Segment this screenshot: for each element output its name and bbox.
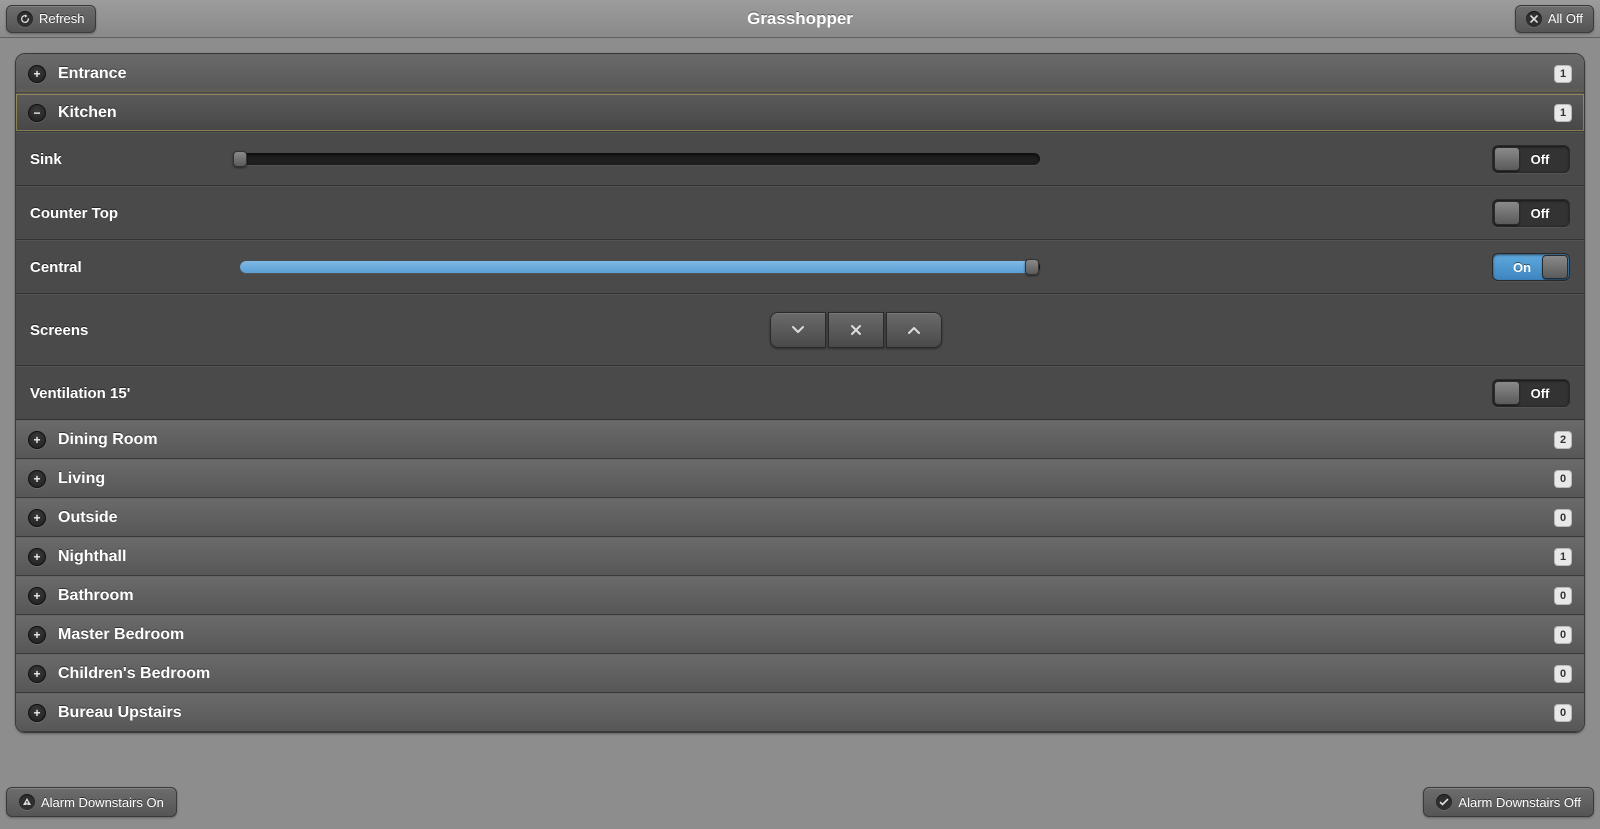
device-label: Screens xyxy=(30,322,220,339)
plus-icon: + xyxy=(28,587,46,605)
header-bar: Refresh Grasshopper All Off xyxy=(0,0,1600,38)
device-row-counter-top: Counter Top Off xyxy=(16,186,1584,240)
section-header-dining-room[interactable]: + Dining Room 2 xyxy=(16,420,1584,459)
device-row-sink: Sink Off xyxy=(16,132,1584,186)
plus-icon: + xyxy=(28,431,46,449)
plus-icon: + xyxy=(28,704,46,722)
plus-icon: + xyxy=(28,470,46,488)
plus-icon: + xyxy=(28,626,46,644)
chevron-down-icon xyxy=(791,325,805,335)
warning-icon xyxy=(19,794,35,810)
toggle-counter-top[interactable]: Off xyxy=(1492,199,1570,227)
section-header-master-bedroom[interactable]: + Master Bedroom 0 xyxy=(16,615,1584,654)
chevron-up-icon xyxy=(907,325,921,335)
section-title: Master Bedroom xyxy=(58,626,1554,644)
section-count-badge: 0 xyxy=(1554,665,1572,683)
slider-thumb[interactable] xyxy=(1025,259,1039,275)
section-header-bathroom[interactable]: + Bathroom 0 xyxy=(16,576,1584,615)
screens-up-button[interactable] xyxy=(886,312,942,348)
check-icon xyxy=(1436,794,1452,810)
toggle-knob xyxy=(1494,147,1520,171)
section-header-bureau-upstairs[interactable]: + Bureau Upstairs 0 xyxy=(16,693,1584,732)
toggle-sink[interactable]: Off xyxy=(1492,145,1570,173)
section-title: Outside xyxy=(58,509,1554,527)
toggle-knob xyxy=(1542,255,1568,279)
plus-icon: + xyxy=(28,65,46,83)
section-header-nighthall[interactable]: + Nighthall 1 xyxy=(16,537,1584,576)
toggle-central[interactable]: On xyxy=(1492,253,1570,281)
section-header-entrance[interactable]: + Entrance 1 xyxy=(16,54,1584,93)
all-off-label: All Off xyxy=(1548,11,1583,26)
device-row-ventilation-15: Ventilation 15' Off xyxy=(16,366,1584,420)
slider-thumb[interactable] xyxy=(233,151,247,167)
minus-icon: − xyxy=(28,104,46,122)
refresh-label: Refresh xyxy=(39,11,85,26)
section-header-kitchen[interactable]: − Kitchen 1 xyxy=(16,93,1584,132)
plus-icon: + xyxy=(28,548,46,566)
section-count-badge: 1 xyxy=(1554,65,1572,83)
section-title: Bureau Upstairs xyxy=(58,704,1554,722)
section-count-badge: 0 xyxy=(1554,626,1572,644)
toggle-knob xyxy=(1494,201,1520,225)
slider-sink[interactable] xyxy=(240,153,1040,165)
section-title: Kitchen xyxy=(58,104,1554,122)
section-count-badge: 0 xyxy=(1554,470,1572,488)
section-count-badge: 0 xyxy=(1554,509,1572,527)
device-label: Ventilation 15' xyxy=(30,385,220,402)
alarm-off-button[interactable]: Alarm Downstairs Off xyxy=(1423,787,1594,817)
refresh-icon xyxy=(17,11,33,27)
plus-icon: + xyxy=(28,509,46,527)
close-icon xyxy=(850,324,862,336)
screens-down-button[interactable] xyxy=(770,312,826,348)
device-label: Counter Top xyxy=(30,205,220,222)
screens-controls xyxy=(240,312,1472,348)
device-label: Sink xyxy=(30,151,220,168)
close-icon xyxy=(1526,11,1542,27)
toggle-ventilation-15[interactable]: Off xyxy=(1492,379,1570,407)
section-header-living[interactable]: + Living 0 xyxy=(16,459,1584,498)
footer-bar: Alarm Downstairs On Alarm Downstairs Off xyxy=(0,775,1600,829)
main-content: + Entrance 1 − Kitchen 1 Sink Off Counte… xyxy=(0,38,1600,748)
device-control xyxy=(240,261,1472,273)
section-title: Entrance xyxy=(58,65,1554,83)
slider-fill xyxy=(240,261,1032,273)
device-row-central: Central On xyxy=(16,240,1584,294)
toggle-knob xyxy=(1494,381,1520,405)
section-title: Dining Room xyxy=(58,431,1554,449)
device-label: Central xyxy=(30,259,220,276)
section-title: Nighthall xyxy=(58,548,1554,566)
section-header-outside[interactable]: + Outside 0 xyxy=(16,498,1584,537)
alarm-on-button[interactable]: Alarm Downstairs On xyxy=(6,787,177,817)
section-header-children-s-bedroom[interactable]: + Children's Bedroom 0 xyxy=(16,654,1584,693)
slider-central[interactable] xyxy=(240,261,1040,273)
alarm-off-label: Alarm Downstairs Off xyxy=(1458,795,1581,810)
all-off-button[interactable]: All Off xyxy=(1515,5,1594,33)
app-title: Grasshopper xyxy=(0,9,1600,29)
device-control xyxy=(240,153,1472,165)
section-count-badge: 0 xyxy=(1554,704,1572,722)
section-count-badge: 0 xyxy=(1554,587,1572,605)
section-title: Bathroom xyxy=(58,587,1554,605)
section-count-badge: 1 xyxy=(1554,548,1572,566)
sections-panel: + Entrance 1 − Kitchen 1 Sink Off Counte… xyxy=(15,53,1585,733)
section-count-badge: 2 xyxy=(1554,431,1572,449)
section-title: Living xyxy=(58,470,1554,488)
refresh-button[interactable]: Refresh xyxy=(6,5,96,33)
section-title: Children's Bedroom xyxy=(58,665,1554,683)
alarm-on-label: Alarm Downstairs On xyxy=(41,795,164,810)
screens-stop-button[interactable] xyxy=(828,312,884,348)
device-row-screens: Screens xyxy=(16,294,1584,366)
plus-icon: + xyxy=(28,665,46,683)
section-count-badge: 1 xyxy=(1554,104,1572,122)
